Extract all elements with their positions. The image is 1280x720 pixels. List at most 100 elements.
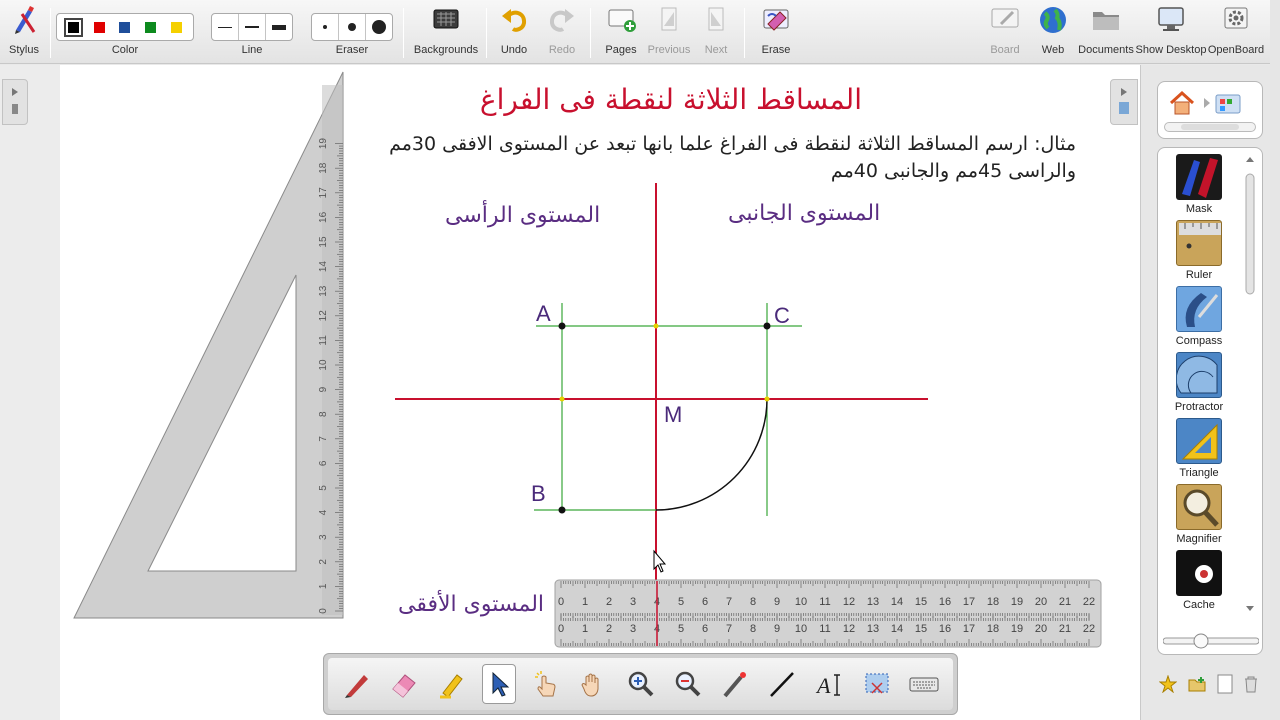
line-tool[interactable] — [765, 664, 799, 704]
ruler-number: 11 — [819, 623, 830, 635]
library-item-cache[interactable]: Cache — [1164, 550, 1234, 611]
library-panel-toggle[interactable] — [1110, 79, 1138, 125]
ruler-tool[interactable]: 0011223344556677889910101111121213131414… — [554, 579, 1102, 648]
marker-tool[interactable] — [435, 664, 469, 704]
eraser-tool[interactable] — [387, 664, 421, 704]
board-button[interactable]: Board — [986, 4, 1024, 60]
arrow-cursor-icon — [492, 671, 510, 697]
color-swatch-black[interactable] — [64, 17, 84, 37]
right-edge-strip — [1270, 0, 1280, 720]
ruler-number: 0 — [558, 623, 564, 635]
redo-button[interactable]: Redo — [544, 4, 580, 60]
next-page-button[interactable]: Next — [698, 4, 734, 60]
undo-button[interactable]: Undo — [496, 4, 532, 60]
color-swatch-yellow[interactable] — [170, 21, 182, 33]
text-tool[interactable]: A — [813, 664, 847, 704]
backgrounds-button[interactable]: Backgrounds — [414, 4, 478, 60]
library-item-ruler[interactable]: Ruler — [1164, 220, 1234, 281]
library-item-mask[interactable]: Mask — [1164, 154, 1234, 215]
library-label-magnifier: Magnifier — [1176, 533, 1222, 545]
library-folder-icon[interactable] — [1214, 90, 1242, 116]
documents-button[interactable]: Documents — [1078, 4, 1134, 60]
ruler-number: 5 — [678, 596, 684, 608]
ruler-number: 8 — [750, 596, 756, 608]
laser-pointer-icon — [723, 672, 746, 698]
next-label: Next — [704, 44, 728, 56]
ruler-number: 7 — [726, 623, 732, 635]
line-width-thin[interactable] — [212, 14, 239, 40]
mask-icon — [1176, 154, 1222, 200]
set-square-number: 16 — [318, 211, 329, 223]
erase-board-button[interactable]: Erase — [756, 4, 796, 60]
ruler-number: 14 — [891, 623, 903, 635]
pen-tool[interactable] — [340, 664, 374, 704]
library-label-compass: Compass — [1175, 335, 1223, 347]
capture-tool[interactable] — [860, 664, 894, 704]
library-item-triangle[interactable]: Triangle — [1164, 418, 1234, 479]
eraser-size-large[interactable] — [366, 14, 392, 40]
add-page-button[interactable]: Pages — [602, 4, 640, 60]
line-width-thick[interactable] — [266, 14, 292, 40]
label-horizontal-plane: المستوى الأفقى — [398, 592, 545, 617]
interact-tool[interactable] — [529, 664, 563, 704]
eraser-size-medium[interactable] — [339, 14, 366, 40]
line-icon — [770, 672, 795, 697]
zoom-out-tool[interactable] — [671, 664, 705, 704]
set-square-number: 19 — [318, 138, 329, 150]
chevron-right-icon — [12, 88, 18, 114]
ruler-icon — [1176, 220, 1222, 266]
laser-pointer-tool[interactable] — [718, 664, 752, 704]
library-zoom-slider[interactable] — [1162, 633, 1260, 649]
set-square-number: 7 — [318, 436, 329, 442]
problem-line-2: والراسى 45مم والجانبى 40مم — [830, 160, 1076, 182]
keyboard-tool[interactable] — [907, 664, 941, 704]
color-swatch-red[interactable] — [93, 21, 105, 33]
label-side-plane: المستوى الجانبى — [728, 201, 881, 226]
ruler-number: 9 — [774, 596, 780, 608]
openboard-window: Stylus Color Line Eraser Backgrounds Und… — [0, 0, 1280, 720]
set-square-number: 4 — [318, 509, 329, 515]
library-item-magnifier[interactable]: Magnifier — [1164, 484, 1234, 545]
eraser-size-options — [311, 13, 393, 41]
trash-icon[interactable] — [1243, 675, 1259, 693]
globe-icon — [1040, 7, 1066, 33]
ruler-number: 12 — [843, 623, 855, 635]
highlighter-icon — [439, 674, 463, 699]
library-item-compass[interactable]: Compass — [1164, 286, 1234, 347]
gear-icon — [1224, 7, 1248, 29]
eraser-size-small[interactable] — [312, 14, 339, 40]
eraser-icon — [392, 674, 416, 698]
previous-page-button[interactable]: Previous — [648, 4, 690, 60]
new-folder-icon[interactable] — [1187, 675, 1207, 693]
protractor-icon — [1175, 352, 1222, 398]
set-square[interactable]: 012345678910111213141516171819 — [73, 71, 344, 619]
color-label: Color — [111, 44, 139, 56]
color-swatch-green[interactable] — [145, 21, 157, 33]
ruler-number: 21 — [1059, 623, 1071, 635]
stylus-button[interactable]: Stylus — [4, 4, 44, 60]
set-square-number: 2 — [318, 559, 329, 565]
show-desktop-button[interactable]: Show Desktop — [1136, 4, 1206, 60]
ruler-number: 0 — [558, 596, 564, 608]
board-page[interactable]: 012345678910111213141516171819 001122334… — [60, 65, 1140, 720]
ruler-number: 13 — [867, 596, 879, 608]
hand-tool[interactable] — [576, 664, 610, 704]
color-swatch-blue[interactable] — [119, 21, 131, 33]
ruler-number: 1 — [582, 623, 588, 635]
breadcrumb-arrow-icon — [1204, 98, 1210, 108]
web-button[interactable]: Web — [1034, 4, 1072, 60]
selector-tool[interactable] — [481, 664, 516, 704]
openboard-menu-button[interactable]: OpenBoard — [1208, 4, 1264, 60]
favorite-star-icon[interactable] — [1159, 675, 1177, 693]
library-item-protractor[interactable]: Protractor — [1164, 352, 1234, 413]
blank-page-icon[interactable] — [1217, 674, 1233, 694]
line-width-medium[interactable] — [239, 14, 266, 40]
library-scrollbar[interactable] — [1244, 154, 1256, 624]
home-icon[interactable] — [1168, 90, 1196, 116]
nav-scrollbar[interactable] — [1164, 122, 1256, 132]
left-panel-toggle[interactable] — [2, 79, 28, 125]
monitor-icon — [1158, 7, 1184, 31]
previous-page-icon — [661, 7, 677, 31]
zoom-in-tool[interactable] — [624, 664, 658, 704]
openboard-label: OpenBoard — [1207, 44, 1265, 56]
